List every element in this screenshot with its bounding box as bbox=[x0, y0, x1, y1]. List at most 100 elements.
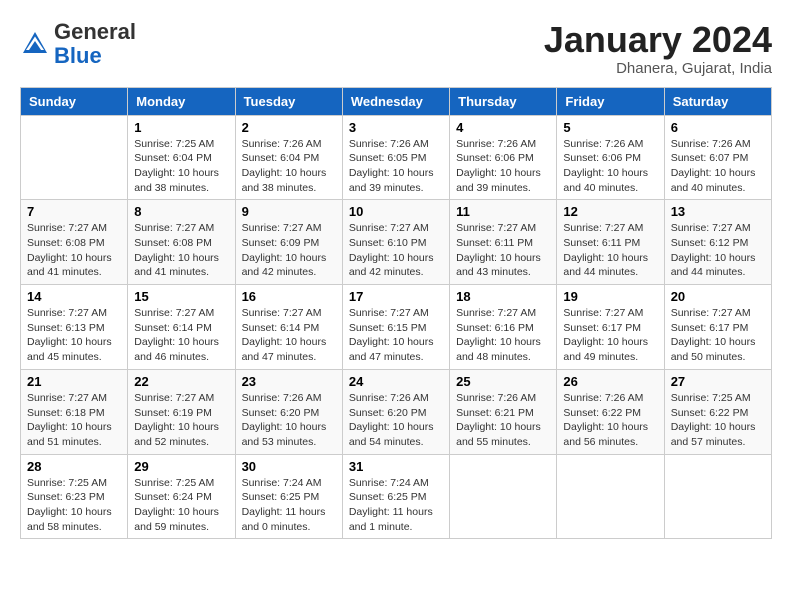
sunrise-text: Sunrise: 7:26 AM bbox=[242, 138, 322, 150]
sunset-text: Sunset: 6:23 PM bbox=[27, 491, 105, 503]
calendar-cell: 8 Sunrise: 7:27 AM Sunset: 6:08 PM Dayli… bbox=[128, 200, 235, 285]
daylight-text: Daylight: 10 hours and 41 minutes. bbox=[27, 252, 112, 279]
day-number: 1 bbox=[134, 120, 228, 135]
sunset-text: Sunset: 6:12 PM bbox=[671, 237, 749, 249]
calendar-table: SundayMondayTuesdayWednesdayThursdayFrid… bbox=[20, 87, 772, 540]
sunrise-text: Sunrise: 7:26 AM bbox=[563, 392, 643, 404]
sunset-text: Sunset: 6:22 PM bbox=[671, 407, 749, 419]
day-number: 2 bbox=[242, 120, 336, 135]
daylight-text: Daylight: 10 hours and 57 minutes. bbox=[671, 421, 756, 448]
sunrise-text: Sunrise: 7:26 AM bbox=[671, 138, 751, 150]
calendar-cell bbox=[557, 454, 664, 539]
sunrise-text: Sunrise: 7:27 AM bbox=[27, 222, 107, 234]
week-row-5: 28 Sunrise: 7:25 AM Sunset: 6:23 PM Dayl… bbox=[21, 454, 772, 539]
calendar-cell: 6 Sunrise: 7:26 AM Sunset: 6:07 PM Dayli… bbox=[664, 115, 771, 200]
calendar-cell bbox=[21, 115, 128, 200]
day-number: 14 bbox=[27, 289, 121, 304]
calendar-cell: 29 Sunrise: 7:25 AM Sunset: 6:24 PM Dayl… bbox=[128, 454, 235, 539]
daylight-text: Daylight: 10 hours and 39 minutes. bbox=[456, 167, 541, 194]
day-number: 15 bbox=[134, 289, 228, 304]
day-info: Sunrise: 7:26 AM Sunset: 6:20 PM Dayligh… bbox=[349, 391, 443, 450]
sunrise-text: Sunrise: 7:27 AM bbox=[242, 222, 322, 234]
day-number: 20 bbox=[671, 289, 765, 304]
daylight-text: Daylight: 10 hours and 42 minutes. bbox=[349, 252, 434, 279]
day-number: 25 bbox=[456, 374, 550, 389]
sunset-text: Sunset: 6:04 PM bbox=[242, 152, 320, 164]
day-number: 21 bbox=[27, 374, 121, 389]
day-info: Sunrise: 7:24 AM Sunset: 6:25 PM Dayligh… bbox=[242, 476, 336, 535]
sunset-text: Sunset: 6:09 PM bbox=[242, 237, 320, 249]
sunset-text: Sunset: 6:20 PM bbox=[349, 407, 427, 419]
daylight-text: Daylight: 10 hours and 38 minutes. bbox=[134, 167, 219, 194]
sunset-text: Sunset: 6:11 PM bbox=[563, 237, 640, 249]
sunset-text: Sunset: 6:11 PM bbox=[456, 237, 533, 249]
sunrise-text: Sunrise: 7:25 AM bbox=[134, 477, 214, 489]
day-info: Sunrise: 7:27 AM Sunset: 6:11 PM Dayligh… bbox=[456, 221, 550, 280]
calendar-cell: 4 Sunrise: 7:26 AM Sunset: 6:06 PM Dayli… bbox=[450, 115, 557, 200]
day-number: 24 bbox=[349, 374, 443, 389]
header-day-sunday: Sunday bbox=[21, 87, 128, 115]
day-number: 17 bbox=[349, 289, 443, 304]
daylight-text: Daylight: 10 hours and 40 minutes. bbox=[671, 167, 756, 194]
sunset-text: Sunset: 6:17 PM bbox=[563, 322, 641, 334]
daylight-text: Daylight: 10 hours and 47 minutes. bbox=[349, 336, 434, 363]
sunrise-text: Sunrise: 7:27 AM bbox=[456, 222, 536, 234]
header-day-friday: Friday bbox=[557, 87, 664, 115]
daylight-text: Daylight: 10 hours and 43 minutes. bbox=[456, 252, 541, 279]
week-row-2: 7 Sunrise: 7:27 AM Sunset: 6:08 PM Dayli… bbox=[21, 200, 772, 285]
sunset-text: Sunset: 6:14 PM bbox=[134, 322, 212, 334]
calendar-cell: 3 Sunrise: 7:26 AM Sunset: 6:05 PM Dayli… bbox=[342, 115, 449, 200]
logo-blue-text: Blue bbox=[54, 43, 102, 68]
sunset-text: Sunset: 6:17 PM bbox=[671, 322, 749, 334]
sunset-text: Sunset: 6:06 PM bbox=[563, 152, 641, 164]
day-number: 12 bbox=[563, 204, 657, 219]
calendar-cell: 12 Sunrise: 7:27 AM Sunset: 6:11 PM Dayl… bbox=[557, 200, 664, 285]
calendar-cell: 17 Sunrise: 7:27 AM Sunset: 6:15 PM Dayl… bbox=[342, 285, 449, 370]
day-info: Sunrise: 7:27 AM Sunset: 6:19 PM Dayligh… bbox=[134, 391, 228, 450]
day-info: Sunrise: 7:26 AM Sunset: 6:05 PM Dayligh… bbox=[349, 137, 443, 196]
calendar-cell: 27 Sunrise: 7:25 AM Sunset: 6:22 PM Dayl… bbox=[664, 369, 771, 454]
daylight-text: Daylight: 10 hours and 53 minutes. bbox=[242, 421, 327, 448]
day-number: 13 bbox=[671, 204, 765, 219]
sunrise-text: Sunrise: 7:27 AM bbox=[671, 307, 751, 319]
week-row-3: 14 Sunrise: 7:27 AM Sunset: 6:13 PM Dayl… bbox=[21, 285, 772, 370]
calendar-cell: 14 Sunrise: 7:27 AM Sunset: 6:13 PM Dayl… bbox=[21, 285, 128, 370]
daylight-text: Daylight: 11 hours and 0 minutes. bbox=[242, 506, 326, 533]
day-number: 31 bbox=[349, 459, 443, 474]
calendar-cell: 13 Sunrise: 7:27 AM Sunset: 6:12 PM Dayl… bbox=[664, 200, 771, 285]
day-info: Sunrise: 7:26 AM Sunset: 6:22 PM Dayligh… bbox=[563, 391, 657, 450]
day-info: Sunrise: 7:27 AM Sunset: 6:13 PM Dayligh… bbox=[27, 306, 121, 365]
day-number: 8 bbox=[134, 204, 228, 219]
sunset-text: Sunset: 6:14 PM bbox=[242, 322, 320, 334]
daylight-text: Daylight: 10 hours and 44 minutes. bbox=[671, 252, 756, 279]
sunrise-text: Sunrise: 7:27 AM bbox=[563, 222, 643, 234]
day-number: 7 bbox=[27, 204, 121, 219]
sunset-text: Sunset: 6:06 PM bbox=[456, 152, 534, 164]
day-info: Sunrise: 7:26 AM Sunset: 6:06 PM Dayligh… bbox=[456, 137, 550, 196]
daylight-text: Daylight: 11 hours and 1 minute. bbox=[349, 506, 433, 533]
calendar-cell: 20 Sunrise: 7:27 AM Sunset: 6:17 PM Dayl… bbox=[664, 285, 771, 370]
day-number: 22 bbox=[134, 374, 228, 389]
day-info: Sunrise: 7:27 AM Sunset: 6:17 PM Dayligh… bbox=[671, 306, 765, 365]
day-info: Sunrise: 7:27 AM Sunset: 6:16 PM Dayligh… bbox=[456, 306, 550, 365]
daylight-text: Daylight: 10 hours and 47 minutes. bbox=[242, 336, 327, 363]
sunset-text: Sunset: 6:20 PM bbox=[242, 407, 320, 419]
daylight-text: Daylight: 10 hours and 51 minutes. bbox=[27, 421, 112, 448]
day-number: 16 bbox=[242, 289, 336, 304]
sunrise-text: Sunrise: 7:27 AM bbox=[349, 307, 429, 319]
sunset-text: Sunset: 6:18 PM bbox=[27, 407, 105, 419]
day-info: Sunrise: 7:27 AM Sunset: 6:08 PM Dayligh… bbox=[27, 221, 121, 280]
sunrise-text: Sunrise: 7:25 AM bbox=[27, 477, 107, 489]
title-block: January 2024 Dhanera, Gujarat, India bbox=[544, 20, 772, 77]
day-number: 29 bbox=[134, 459, 228, 474]
day-info: Sunrise: 7:27 AM Sunset: 6:10 PM Dayligh… bbox=[349, 221, 443, 280]
day-info: Sunrise: 7:27 AM Sunset: 6:18 PM Dayligh… bbox=[27, 391, 121, 450]
sunset-text: Sunset: 6:04 PM bbox=[134, 152, 212, 164]
calendar-cell: 16 Sunrise: 7:27 AM Sunset: 6:14 PM Dayl… bbox=[235, 285, 342, 370]
sunrise-text: Sunrise: 7:26 AM bbox=[349, 392, 429, 404]
day-info: Sunrise: 7:26 AM Sunset: 6:04 PM Dayligh… bbox=[242, 137, 336, 196]
sunset-text: Sunset: 6:19 PM bbox=[134, 407, 212, 419]
calendar-cell: 19 Sunrise: 7:27 AM Sunset: 6:17 PM Dayl… bbox=[557, 285, 664, 370]
day-info: Sunrise: 7:26 AM Sunset: 6:21 PM Dayligh… bbox=[456, 391, 550, 450]
calendar-cell: 2 Sunrise: 7:26 AM Sunset: 6:04 PM Dayli… bbox=[235, 115, 342, 200]
